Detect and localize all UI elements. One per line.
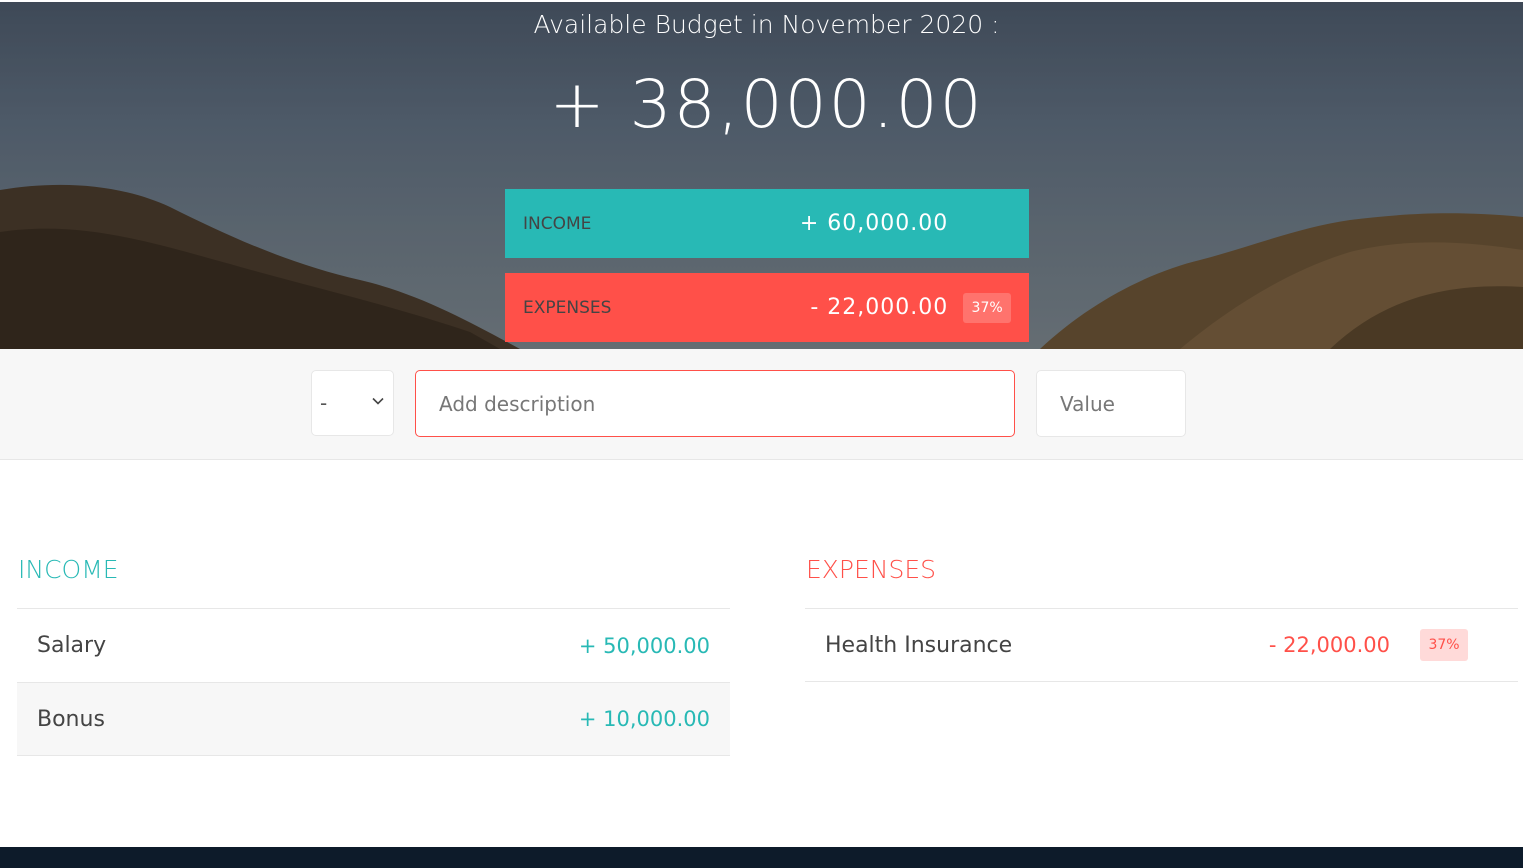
income-item-description: Bonus [37, 706, 105, 732]
income-list: INCOME Salary + 50,000.00 Bonus + 10,000… [17, 555, 730, 756]
income-item[interactable]: Salary + 50,000.00 [17, 608, 730, 682]
add-bar: - [0, 349, 1523, 460]
income-summary-value: + 60,000.00 [799, 211, 949, 236]
budget-title: Available Budget in November 2020 : [533, 10, 1000, 39]
type-select-value: - [320, 391, 328, 415]
expense-item-percentage: 37% [1420, 629, 1468, 661]
expense-item-description: Health Insurance [825, 632, 1013, 658]
income-summary-label: INCOME [523, 213, 592, 234]
footer-bar [0, 847, 1523, 868]
income-item-value: + 10,000.00 [578, 707, 710, 731]
income-summary: INCOME + 60,000.00 [505, 189, 1029, 258]
expense-item[interactable]: Health Insurance - 22,000.00 37% [805, 608, 1518, 682]
income-item[interactable]: Bonus + 10,000.00 [17, 682, 730, 756]
income-item-value: + 50,000.00 [578, 633, 710, 658]
income-item-description: Salary [37, 633, 107, 658]
expense-item-value: - 22,000.00 [1268, 633, 1390, 657]
chevron-down-icon [372, 397, 384, 405]
expenses-summary-value: - 22,000.00 [810, 295, 949, 320]
description-input[interactable] [415, 370, 1015, 437]
top-edge [0, 0, 1523, 2]
budget-header: Available Budget in November 2020 : + 38… [0, 2, 1523, 349]
income-summary-percentage-spacer [963, 209, 1011, 239]
type-select[interactable]: - [311, 370, 394, 436]
expenses-list-title: EXPENSES [806, 555, 937, 584]
expenses-summary-percentage: 37% [963, 292, 1011, 323]
expenses-summary: EXPENSES - 22,000.00 37% [505, 273, 1029, 342]
expenses-summary-label: EXPENSES [523, 297, 612, 318]
income-list-title: INCOME [18, 555, 119, 584]
value-input[interactable] [1036, 370, 1186, 437]
expenses-list: EXPENSES Health Insurance - 22,000.00 37… [805, 555, 1518, 682]
budget-value: + 38,000.00 [549, 66, 984, 143]
